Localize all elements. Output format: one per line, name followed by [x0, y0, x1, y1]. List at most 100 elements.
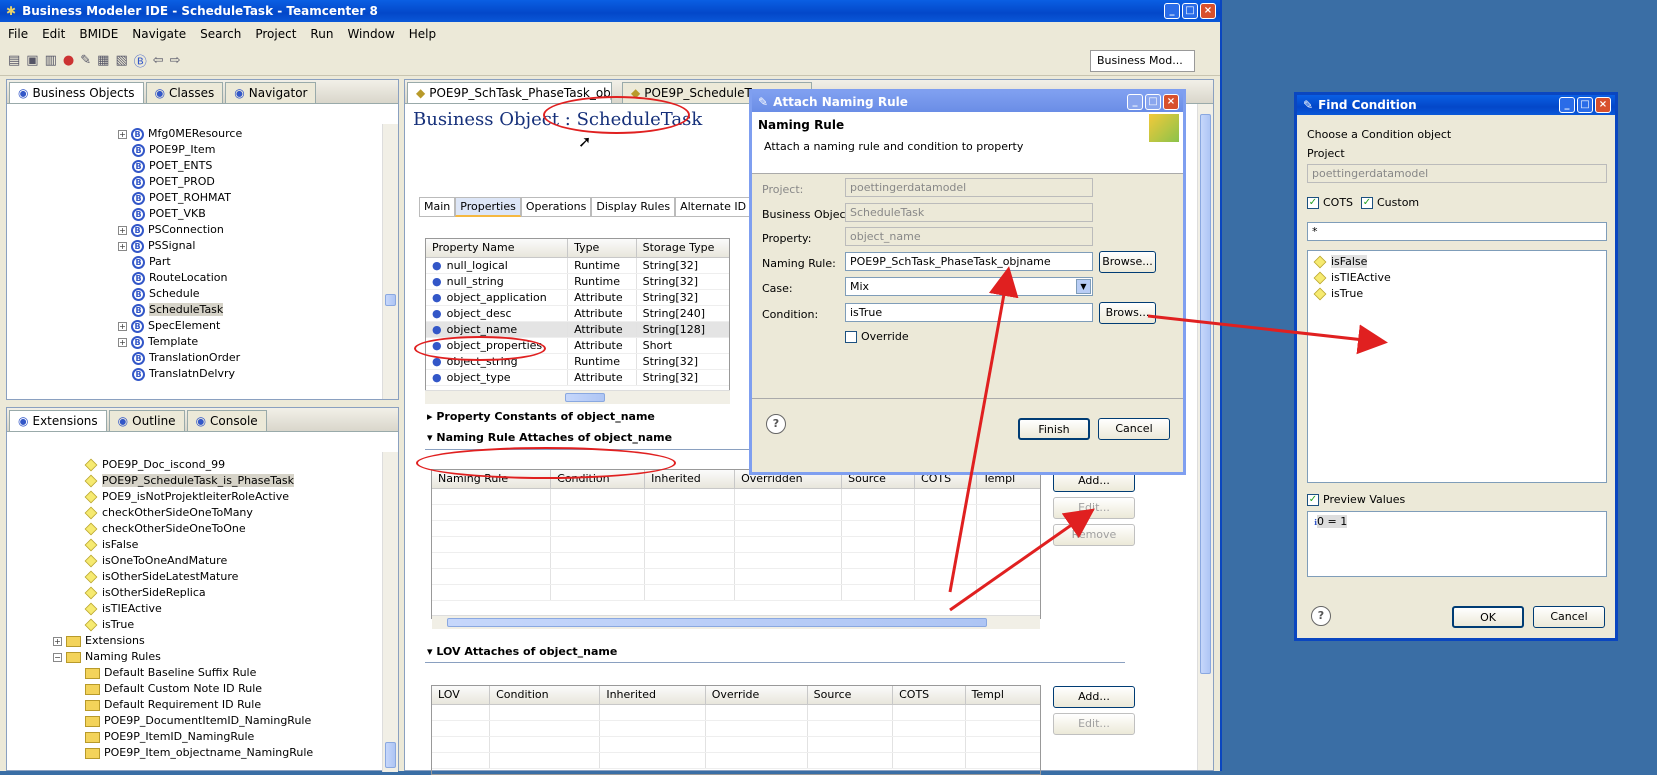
column-header[interactable]: Source [807, 686, 894, 705]
tab-classes[interactable]: ◉ Classes [145, 82, 224, 103]
filter-input[interactable]: * [1307, 222, 1607, 241]
ok-button[interactable]: OK [1452, 606, 1524, 628]
bo-tree-item[interactable]: B POET_PROD [132, 174, 382, 190]
condition-item[interactable]: checkOtherSideOneToOne [7, 521, 382, 537]
custom-box[interactable]: ✓ [1361, 197, 1373, 209]
minimize-button[interactable]: _ [1164, 3, 1180, 19]
bo-tree-item[interactable]: B POET_VKB [132, 206, 382, 222]
naming-rule-item[interactable]: Default Custom Note ID Rule [7, 681, 382, 697]
bo-tree-item[interactable]: B Part [132, 254, 382, 270]
section-lov-attaches[interactable]: ▾ LOV Attaches of object_name [427, 645, 617, 658]
bo-tree-item[interactable]: + B Mfg0MEResource [118, 126, 382, 142]
table-row[interactable] [432, 752, 1040, 769]
chevron-down-icon[interactable]: ▼ [1076, 279, 1091, 294]
ext-scrollbar[interactable] [382, 452, 398, 772]
finish-button[interactable]: Finish [1018, 418, 1090, 440]
case-select[interactable]: Mix ▼ [845, 277, 1093, 296]
column-header[interactable]: Templ [965, 686, 1040, 705]
override-checkbox[interactable]: Override [845, 330, 909, 343]
column-header[interactable]: COTS [892, 686, 966, 705]
menu-bmide[interactable]: BMIDE [79, 27, 118, 41]
new-icon[interactable]: ▤ [8, 53, 20, 68]
attach-min-button[interactable]: _ [1127, 94, 1143, 110]
lov-add-button[interactable]: Add... [1053, 686, 1135, 708]
bo-icon[interactable]: Ⓑ [134, 51, 147, 70]
menu-file[interactable]: File [8, 27, 28, 41]
attach-max-button[interactable]: □ [1145, 94, 1161, 110]
table-row[interactable] [432, 704, 1040, 721]
bo-tree-item[interactable]: B TranslationOrder [132, 350, 382, 366]
table-row[interactable] [432, 504, 1040, 521]
menu-window[interactable]: Window [347, 27, 394, 41]
naming-edit-button[interactable]: Edit... [1053, 497, 1135, 519]
menu-project[interactable]: Project [255, 27, 296, 41]
column-header[interactable]: Type [567, 239, 637, 258]
subtab-properties[interactable]: Properties [455, 197, 521, 217]
table-row[interactable] [432, 488, 1040, 505]
subtab-display-rules[interactable]: Display Rules [591, 197, 676, 217]
menu-search[interactable]: Search [200, 27, 241, 41]
expand-icon[interactable]: + [53, 636, 62, 646]
condition-item[interactable]: isTIEActive [7, 601, 382, 617]
bo-tree-item[interactable]: B Schedule [132, 286, 382, 302]
expand-icon[interactable]: + [118, 321, 127, 331]
subtab-operations[interactable]: Operations [520, 197, 592, 217]
find-close-button[interactable]: × [1595, 97, 1611, 113]
save-icon[interactable]: ▣ [26, 53, 38, 68]
bo-scrollbar[interactable] [382, 124, 398, 399]
find-help-icon[interactable]: ? [1311, 606, 1331, 626]
naming-rule-item[interactable]: POE9P_Item_objectname_NamingRule [7, 745, 382, 761]
condition-field[interactable]: isTrue [845, 303, 1093, 322]
attach-close-button[interactable]: × [1163, 94, 1179, 110]
find-condition-item[interactable]: isTIEActive [1313, 270, 1600, 286]
table-row[interactable] [432, 736, 1040, 753]
find-max-button[interactable]: □ [1577, 97, 1593, 113]
menu-help[interactable]: Help [409, 27, 436, 41]
close-button[interactable]: × [1200, 3, 1216, 19]
column-header[interactable]: Condition [489, 686, 601, 705]
tab-extensions[interactable]: ◉ Extensions [9, 410, 107, 431]
cots-checkbox[interactable]: ✓ COTS [1307, 196, 1353, 209]
condition-item[interactable]: POE9P_ScheduleTask_is_PhaseTask [7, 473, 382, 489]
table-row[interactable] [432, 536, 1040, 553]
column-header[interactable]: Inherited [644, 470, 736, 489]
extension-folder[interactable]: − Naming Rules [7, 649, 382, 665]
table-row[interactable]: ● object_desc Attribute String[240] [426, 305, 729, 322]
expand-icon[interactable]: + [118, 241, 127, 251]
perspective-switch[interactable]: Business Mod... [1090, 50, 1195, 72]
forward-icon[interactable]: ⇨ [170, 53, 181, 68]
back-icon[interactable]: ⇦ [153, 53, 164, 68]
bo-tree-item[interactable]: + B SpecElement [118, 318, 382, 334]
bo-tree-item[interactable]: + B PSSignal [118, 238, 382, 254]
section-naming-rule-attaches[interactable]: ▾ Naming Rule Attaches of object_name [427, 431, 672, 444]
bo-tree-item[interactable]: + B PSConnection [118, 222, 382, 238]
menu-edit[interactable]: Edit [42, 27, 65, 41]
naming-rule-item[interactable]: POE9P_DocumentItemID_NamingRule [7, 713, 382, 729]
condition-item[interactable]: isOtherSideReplica [7, 585, 382, 601]
find-cancel-button[interactable]: Cancel [1533, 606, 1605, 628]
menu-navigate[interactable]: Navigate [132, 27, 186, 41]
menu-run[interactable]: Run [310, 27, 333, 41]
attach-cancel-button[interactable]: Cancel [1098, 418, 1170, 440]
run-icon[interactable]: ● [63, 53, 74, 68]
table-row[interactable] [432, 720, 1040, 737]
tab-outline[interactable]: ◉ Outline [108, 410, 185, 431]
condition-browse-button[interactable]: Brows... [1099, 302, 1156, 324]
subtab-main[interactable]: Main [419, 197, 456, 217]
table-row[interactable]: ● null_string Runtime String[32] [426, 273, 729, 290]
preview-checkbox[interactable]: ✓ Preview Values [1307, 493, 1405, 506]
tree-icon[interactable]: ▦ [97, 53, 109, 68]
column-header[interactable]: Storage Type [636, 239, 729, 258]
find-condition-item[interactable]: isFalse [1313, 254, 1600, 270]
column-header[interactable]: Override [705, 686, 808, 705]
extension-folder[interactable]: + Extensions [7, 633, 382, 649]
table-row[interactable] [432, 584, 1040, 601]
help-icon[interactable]: ? [766, 414, 786, 434]
naming-rule-field[interactable]: POE9P_SchTask_PhaseTask_objname [845, 252, 1093, 271]
attach-dialog-title-bar[interactable]: ✎ Attach Naming Rule _ □ × [752, 92, 1183, 112]
bo-tree-item[interactable]: B ScheduleTask [132, 302, 382, 318]
custom-checkbox[interactable]: ✓ Custom [1361, 196, 1419, 209]
table-row[interactable] [432, 568, 1040, 585]
table-row[interactable] [432, 552, 1040, 569]
expand-icon[interactable]: + [118, 225, 127, 235]
